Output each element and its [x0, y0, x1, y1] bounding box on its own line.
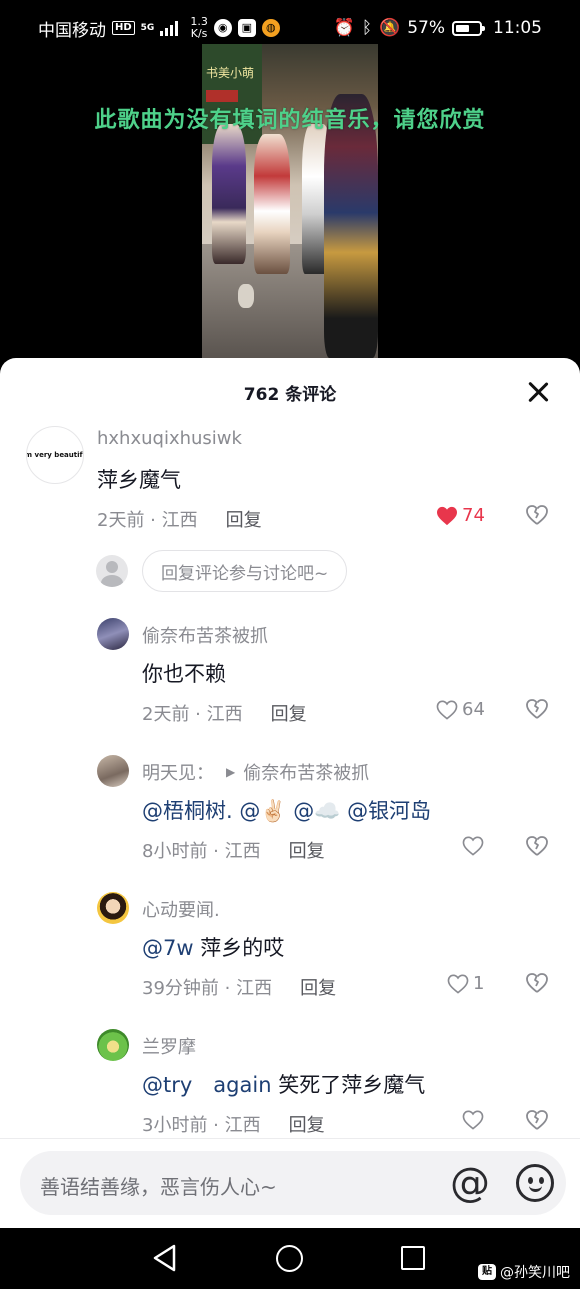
comment-text: @try again 笑死了萍乡魔气 [142, 1073, 426, 1097]
watermark-text: @孙笑川吧 [500, 1265, 570, 1281]
comment-text: 萍乡魔气 [97, 468, 181, 492]
comment-time-location: 8小时前 · 江西 [142, 841, 261, 862]
mention-link[interactable]: @try again [142, 1073, 272, 1097]
avatar[interactable] [97, 1029, 129, 1061]
battery-percent: 57% [407, 18, 445, 38]
close-icon[interactable] [526, 380, 550, 404]
heart-outline-icon [436, 700, 458, 720]
like-button[interactable] [462, 1110, 484, 1130]
hd-badge: HD [112, 21, 135, 35]
broken-heart-icon[interactable] [525, 835, 549, 857]
video-frame: 书美小萌 [202, 44, 378, 358]
comment-meta: 2天前 · 江西 回复 [142, 700, 307, 726]
emoji-icon[interactable] [516, 1164, 554, 1202]
broken-heart-icon[interactable] [525, 504, 549, 526]
app-notification-icon: ◉ [213, 19, 232, 37]
comments-sheet: 762 条评论 I'm very beautiful hxhxuqixhusiw… [0, 358, 580, 1228]
mention-link[interactable]: @7w [142, 936, 194, 960]
weibo-icon: ◍ [261, 19, 280, 37]
comment-meta: 8小时前 · 江西 回复 [142, 837, 325, 863]
comment-text: @梧桐树. @✌🏻 @☁️ @银河岛 [142, 795, 431, 825]
alarm-icon: ⏰ [333, 18, 355, 38]
user-avatar-placeholder [96, 555, 128, 587]
signal-icon [160, 20, 179, 36]
avatar[interactable] [97, 755, 129, 787]
mute-icon: 🔕 [379, 18, 401, 38]
comment-time-location: 3小时前 · 江西 [142, 1115, 261, 1136]
comment-username-row: 明天见： ▶ 偷奈布苦茶被抓 [142, 759, 369, 785]
comment-input[interactable]: 善语结善缘，恶言伤人心~ @ [20, 1151, 566, 1215]
comment-username[interactable]: 心动要闻. [142, 896, 220, 922]
watermark: 贴 @孙笑川吧 [478, 1262, 570, 1282]
heart-filled-icon [437, 506, 457, 525]
broken-heart-icon[interactable] [525, 698, 549, 720]
comment-time-location: 39分钟前 · 江西 [142, 978, 273, 999]
like-button[interactable]: 1 [447, 973, 484, 994]
cosplayer-figure [212, 124, 246, 264]
comment-text: 你也不赖 [142, 662, 226, 686]
reply-button[interactable]: 回复 [289, 1111, 325, 1137]
heart-outline-icon [447, 974, 469, 994]
mention-at-icon[interactable]: @ [450, 1159, 490, 1207]
heart-outline-icon [462, 836, 484, 856]
cosplayer-figure [254, 134, 290, 274]
system-nav-bar: 贴 @孙笑川吧 [0, 1228, 580, 1289]
comment-meta: 3小时前 · 江西 回复 [142, 1111, 325, 1137]
broken-heart-icon[interactable] [525, 1109, 549, 1131]
comment-time-location: 2天前 · 江西 [97, 510, 198, 531]
back-icon[interactable] [152, 1244, 178, 1272]
mention-link[interactable]: @梧桐树. [142, 799, 233, 823]
reply-input-row: 回复评论参与讨论吧~ [96, 550, 348, 592]
comment-username[interactable]: 明天见： [142, 759, 214, 785]
cat-figure [238, 284, 254, 308]
recent-apps-icon[interactable] [401, 1246, 425, 1270]
clock: 11:05 [493, 18, 542, 38]
comment-input-placeholder: 善语结善缘，恶言伤人心~ [40, 1175, 277, 1199]
comment-input-bar: 善语结善缘，恶言伤人心~ @ [0, 1138, 580, 1228]
bluetooth-icon: ᛒ [361, 18, 373, 38]
tieba-icon: 贴 [478, 1264, 496, 1280]
comment-time-location: 2天前 · 江西 [142, 704, 243, 725]
comments-header: 762 条评论 [0, 358, 580, 426]
reply-button[interactable]: 回复 [289, 837, 325, 863]
home-icon[interactable] [276, 1245, 303, 1272]
comment-username[interactable]: 偷奈布苦茶被抓 [142, 622, 268, 648]
network-type-icon: 5G [140, 22, 155, 33]
like-count: 1 [473, 973, 485, 994]
reply-to-username[interactable]: 偷奈布苦茶被抓 [243, 759, 369, 785]
like-button[interactable] [462, 836, 484, 856]
like-button[interactable]: 64 [436, 699, 485, 720]
reply-arrow-icon: ▶ [226, 765, 236, 779]
reply-button[interactable]: 回复 [300, 974, 336, 1000]
reply-button[interactable]: 回复 [226, 506, 262, 532]
avatar[interactable]: I'm very beautiful [26, 426, 84, 484]
avatar[interactable] [97, 618, 129, 650]
like-button[interactable]: 74 [436, 505, 485, 526]
carrier-label: 中国移动 [38, 20, 106, 41]
comment-meta: 2天前 · 江西 回复 [97, 506, 262, 532]
like-count: 64 [462, 699, 485, 720]
mention-link[interactable]: @银河岛 [347, 799, 431, 823]
broken-heart-icon[interactable] [525, 972, 549, 994]
video-player[interactable]: 书美小萌 此歌曲为没有填词的纯音乐，请您欣赏 [0, 44, 580, 374]
reply-button[interactable]: 回复 [271, 700, 307, 726]
comment-text: @7w 萍乡的哎 [142, 936, 285, 960]
mention-link[interactable]: @☁️ [293, 799, 340, 823]
comment-username[interactable]: hxhxuqixhusiwk [97, 428, 242, 449]
comment-username[interactable]: 兰罗摩 [142, 1033, 196, 1059]
comment-meta: 39分钟前 · 江西 回复 [142, 974, 336, 1000]
network-speed: 1.3 K/s [190, 15, 208, 40]
like-count: 74 [462, 505, 485, 526]
shop-sign: 书美小萌 [206, 66, 255, 80]
bilibili-icon: ▣ [237, 19, 256, 37]
battery-icon [452, 20, 485, 36]
reply-comment-input[interactable]: 回复评论参与讨论吧~ [142, 550, 348, 592]
video-caption: 此歌曲为没有填词的纯音乐，请您欣赏 [94, 108, 486, 133]
mention-link[interactable]: @✌🏻 [239, 799, 286, 823]
avatar[interactable] [97, 892, 129, 924]
heart-outline-icon [462, 1110, 484, 1130]
comments-count-title: 762 条评论 [243, 384, 337, 405]
